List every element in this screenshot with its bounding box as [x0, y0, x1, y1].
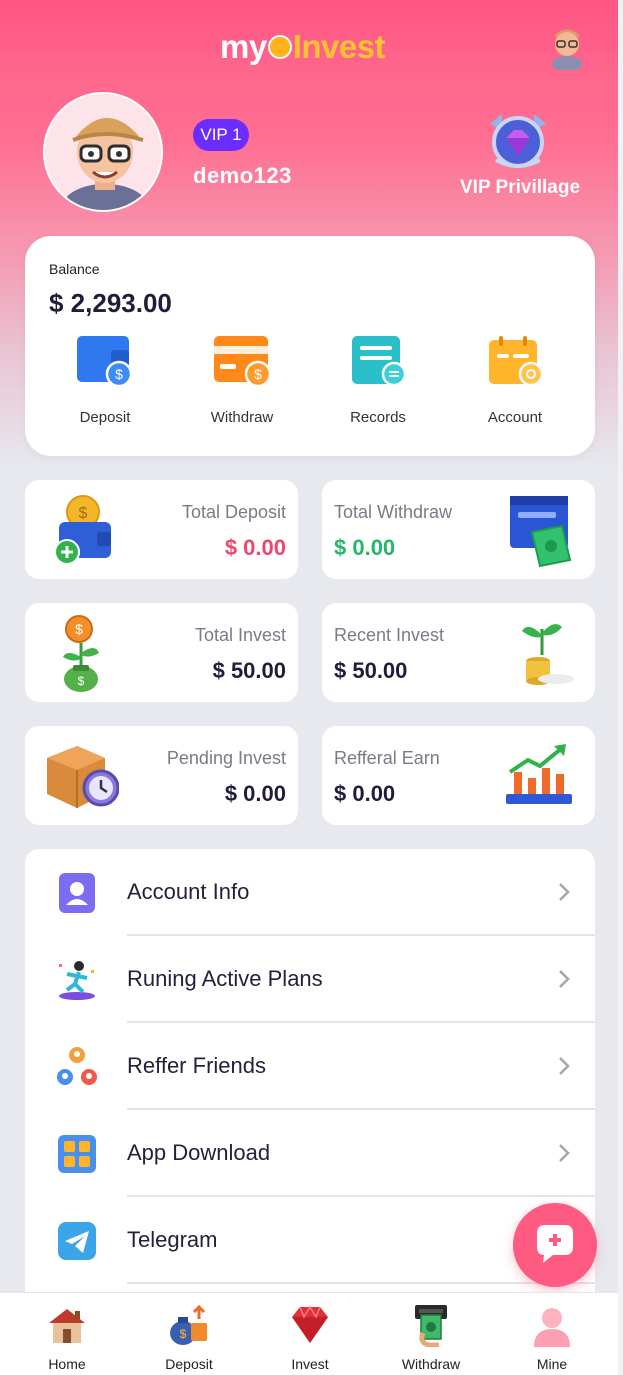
grid-icon — [58, 1135, 96, 1173]
user-icon — [59, 873, 95, 913]
nav-deposit-label: Deposit — [165, 1356, 213, 1372]
profile-avatar[interactable] — [43, 92, 163, 212]
pending-invest-title: Pending Invest — [166, 748, 286, 768]
logo-text-my: my — [220, 28, 267, 65]
deposit-action-button[interactable]: $ Deposit — [50, 334, 160, 426]
withdraw-action-label: Withdraw — [210, 409, 274, 426]
logo-text-invest: Invest — [292, 28, 386, 65]
chevron-right-icon — [559, 970, 570, 988]
bottom-nav: Home $ Deposit Invest Withdraw Mine — [0, 1292, 618, 1375]
menu-item-reffer-friends[interactable]: Reffer Friends — [25, 1023, 595, 1110]
svg-text:$: $ — [115, 366, 123, 382]
chevron-right-icon — [559, 883, 570, 901]
header-avatar-icon[interactable] — [546, 24, 588, 70]
chevron-right-icon — [559, 1144, 570, 1162]
money-plant-icon: $ $ — [63, 615, 99, 692]
nav-mine[interactable]: Mine — [502, 1293, 602, 1375]
menu-item-app-download[interactable]: App Download — [25, 1110, 595, 1197]
total-deposit-title: Total Deposit — [181, 502, 286, 522]
menu-label-reffer-friends: Reffer Friends — [127, 1053, 266, 1078]
menu-label-account-info: Account Info — [127, 879, 250, 904]
growth-chart-icon — [506, 744, 572, 804]
records-action-button[interactable]: Records — [323, 334, 433, 426]
vip-privilege-label[interactable]: VIP Privillage — [460, 177, 580, 199]
scrollbar-track[interactable] — [618, 0, 623, 1375]
atm-icon — [415, 1305, 447, 1348]
total-withdraw-value: $ 0.00 — [334, 535, 396, 560]
menu-item-running-plans[interactable]: Runing Active Plans — [25, 936, 595, 1023]
total-invest-title: Total Invest — [194, 625, 286, 645]
balance-card: Balance $ 2,293.00 $ Deposit $ Withdraw — [25, 236, 595, 456]
logo-coin-icon — [267, 35, 292, 59]
app-screen: my Invest VIP 1 demo123 VIP Privillage B… — [0, 0, 618, 1375]
money-bag-icon: $ — [170, 1304, 207, 1345]
nav-home-label: Home — [48, 1356, 86, 1372]
svg-text:$: $ — [78, 674, 85, 688]
records-action-label: Records — [350, 409, 406, 426]
refferal-earn-card[interactable]: Refferal Earn $ 0.00 — [322, 726, 595, 825]
nav-home[interactable]: Home — [17, 1293, 117, 1375]
svg-text:$: $ — [254, 366, 262, 382]
withdraw-action-button[interactable]: $ Withdraw — [187, 334, 297, 426]
account-action-button[interactable]: Account — [460, 334, 570, 426]
chevron-right-icon — [559, 1057, 570, 1075]
records-icon — [352, 336, 407, 387]
menu-item-account-info[interactable]: Account Info — [25, 849, 595, 936]
nav-withdraw[interactable]: Withdraw — [381, 1293, 481, 1375]
deposit-action-label: Deposit — [79, 409, 131, 426]
vip-level-badge: VIP 1 — [193, 119, 249, 151]
chat-bubble-icon — [537, 1225, 573, 1263]
wallet-icon: $ — [77, 336, 133, 388]
username: demo123 — [193, 163, 292, 188]
svg-text:$: $ — [180, 1327, 187, 1341]
vip-diamond-icon[interactable] — [484, 110, 552, 172]
recent-invest-value: $ 50.00 — [334, 658, 408, 683]
nav-mine-label: Mine — [536, 1356, 568, 1372]
pending-invest-value: $ 0.00 — [224, 781, 286, 806]
svg-text:$: $ — [75, 621, 83, 637]
menu-label-running-plans: Runing Active Plans — [127, 966, 323, 991]
coin-sprout-icon — [522, 624, 574, 685]
calendar-icon — [489, 336, 544, 387]
top-bar: my Invest — [0, 0, 618, 90]
svg-text:$: $ — [79, 505, 88, 522]
balance-label: Balance — [49, 261, 100, 277]
card-icon: $ — [214, 336, 272, 388]
recent-invest-card[interactable]: Recent Invest $ 50.00 — [322, 603, 595, 702]
total-invest-card[interactable]: $ $ Total Invest $ 50.00 — [25, 603, 298, 702]
runner-icon — [59, 961, 95, 1000]
friends-icon — [57, 1047, 97, 1085]
balance-amount: $ 2,293.00 — [49, 288, 172, 318]
nav-invest-label: Invest — [291, 1356, 329, 1372]
wallet-coin-icon: $ — [54, 495, 111, 564]
total-withdraw-card[interactable]: Total Withdraw $ 0.00 — [322, 480, 595, 579]
withdraw-cash-icon — [510, 496, 572, 568]
account-action-label: Account — [487, 409, 543, 426]
ruby-icon — [292, 1305, 328, 1343]
box-clock-icon — [47, 746, 119, 808]
menu-item-telegram[interactable]: Telegram — [25, 1197, 595, 1284]
refferal-earn-value: $ 0.00 — [334, 781, 396, 806]
total-invest-value: $ 50.00 — [212, 658, 286, 683]
telegram-icon — [58, 1222, 96, 1260]
total-deposit-value: $ 0.00 — [224, 535, 286, 560]
refferal-earn-title: Refferal Earn — [334, 748, 440, 768]
recent-invest-title: Recent Invest — [334, 625, 445, 645]
nav-withdraw-label: Withdraw — [401, 1356, 461, 1372]
app-logo[interactable]: my Invest — [220, 28, 386, 66]
nav-invest[interactable]: Invest — [260, 1293, 360, 1375]
pending-invest-card[interactable]: Pending Invest $ 0.00 — [25, 726, 298, 825]
menu-list: Account Info Runing Active Plans Reffer … — [25, 849, 595, 1309]
avatar-illustration-icon — [45, 94, 161, 210]
menu-label-app-download: App Download — [127, 1140, 271, 1165]
menu-label-telegram: Telegram — [127, 1227, 218, 1252]
house-icon — [49, 1309, 85, 1343]
chat-support-button[interactable] — [513, 1203, 597, 1287]
nav-deposit[interactable]: $ Deposit — [139, 1293, 239, 1375]
total-withdraw-title: Total Withdraw — [334, 502, 453, 522]
person-icon — [534, 1308, 570, 1347]
total-deposit-card[interactable]: $ Total Deposit $ 0.00 — [25, 480, 298, 579]
